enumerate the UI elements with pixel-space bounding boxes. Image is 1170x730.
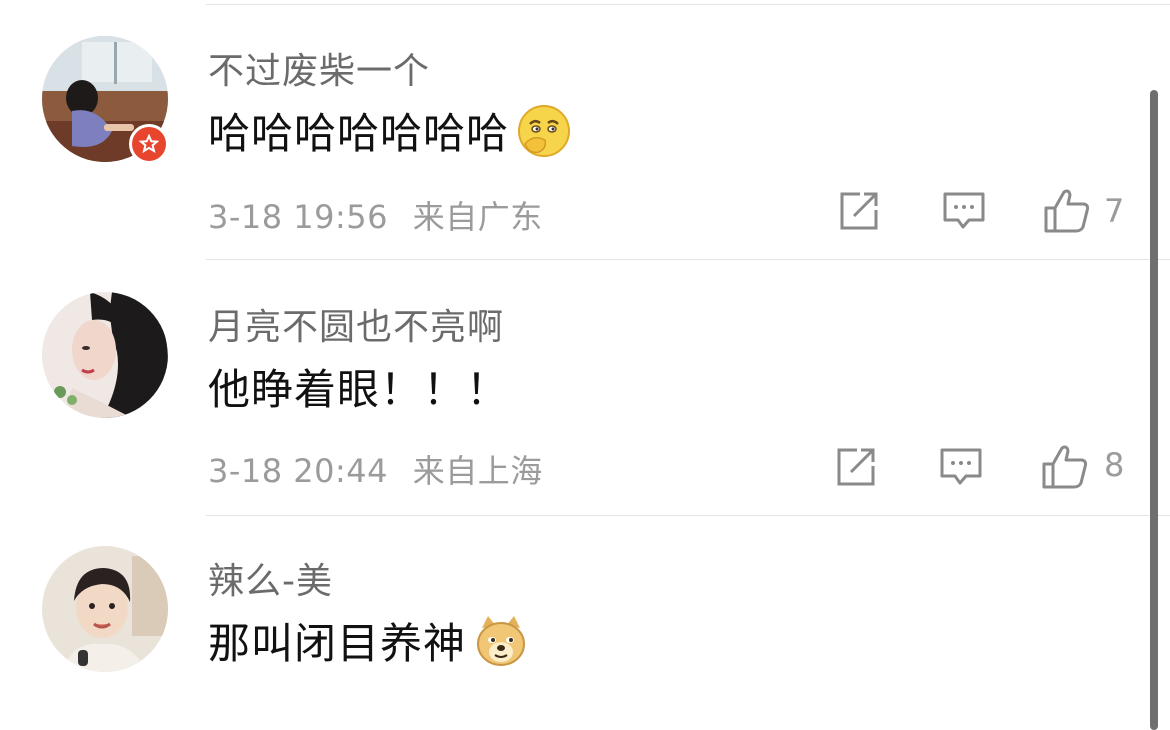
username[interactable]: 月亮不圆也不亮啊	[208, 298, 504, 350]
like-count: 8	[1104, 446, 1125, 484]
like-icon[interactable]	[1040, 442, 1088, 489]
comment-text: 那叫闭目养神	[208, 619, 467, 668]
comment-item: 辣么-美 那叫闭目养神	[0, 512, 1170, 698]
comment-item: 月亮不圆也不亮啊 他睁着眼！！！ 3-18 20:44 来自上海 8	[0, 256, 1170, 512]
comment-text-row: 那叫闭目养神	[208, 610, 528, 671]
location: 来自广东	[412, 198, 543, 236]
share-icon[interactable]	[833, 444, 879, 490]
comment-icon[interactable]	[941, 188, 987, 234]
comment-icon[interactable]	[938, 444, 984, 490]
comment-meta: 3-18 19:56 来自广东	[208, 192, 543, 238]
like-count: 7	[1104, 192, 1125, 230]
username[interactable]: 辣么-美	[208, 552, 333, 604]
timestamp: 3-18 19:56	[208, 198, 389, 236]
verified-badge-icon	[129, 124, 169, 164]
thinking-smile-emoji-icon	[517, 104, 571, 158]
comment-text: 他睁着眼！！！	[208, 365, 510, 414]
location: 来自上海	[412, 452, 543, 490]
doge-emoji-icon	[474, 614, 528, 668]
scrollbar[interactable]	[1150, 90, 1158, 730]
comment-meta: 3-18 20:44 来自上海	[208, 446, 543, 492]
comment-text-row: 哈哈哈哈哈哈哈	[208, 100, 571, 161]
username[interactable]: 不过废柴一个	[208, 42, 430, 94]
avatar[interactable]	[42, 292, 168, 418]
avatar[interactable]	[42, 546, 168, 672]
like-icon[interactable]	[1042, 186, 1090, 233]
comment-text-row: 他睁着眼！！！	[208, 356, 509, 417]
comment-item: 不过废柴一个 哈哈哈哈哈哈哈 3-18 19:56 来自广东 7	[0, 0, 1170, 256]
comment-text: 哈哈哈哈哈哈哈	[208, 109, 510, 158]
share-icon[interactable]	[836, 188, 882, 234]
timestamp: 3-18 20:44	[208, 452, 389, 490]
